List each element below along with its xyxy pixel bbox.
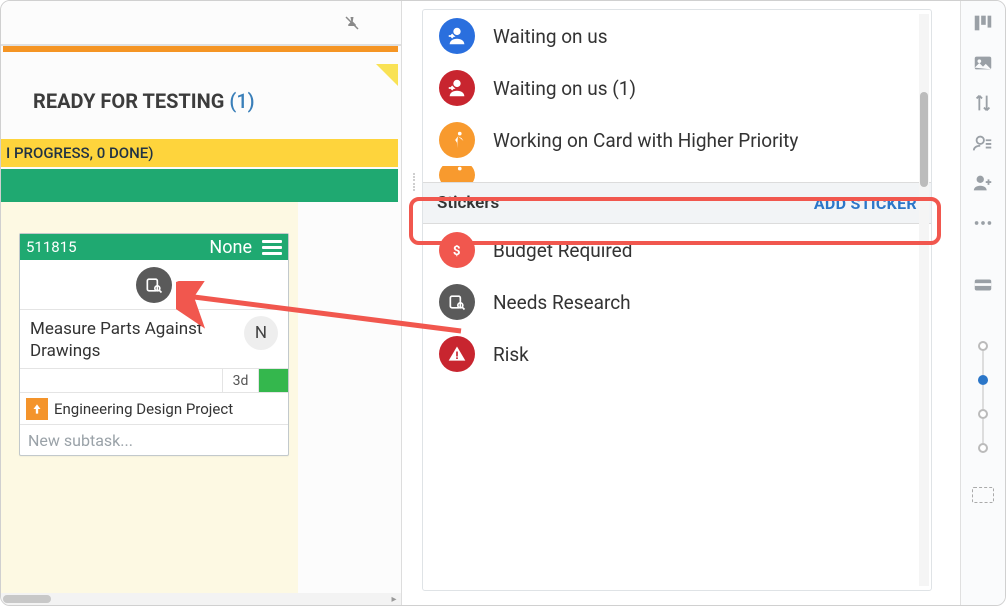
research-icon	[439, 284, 475, 320]
details-pane: Waiting on us Waiting on us (1) Working …	[402, 1, 960, 605]
status-label: Waiting on us	[493, 25, 608, 48]
status-label: Waiting on us (1)	[493, 77, 636, 100]
swimlane-divider	[1, 169, 398, 202]
card-title: Measure Parts Against Drawings	[30, 318, 220, 362]
status-option-waiting-on-us-1[interactable]: Waiting on us (1)	[423, 62, 931, 114]
timeline-current	[978, 375, 988, 385]
sticker-option-research[interactable]: Needs Research	[423, 276, 931, 328]
linked-project: Engineering Design Project	[54, 400, 233, 418]
card-header: 511815 None	[20, 234, 288, 260]
more-icon[interactable]	[969, 209, 997, 237]
horizontal-scrollbar[interactable]: ▸	[1, 593, 401, 605]
card-menu-icon[interactable]	[262, 240, 282, 255]
column-title: READY FOR TESTING (1)	[33, 89, 255, 113]
contact-icon[interactable]	[969, 129, 997, 157]
research-sticker-icon[interactable]	[136, 267, 172, 303]
add-user-icon[interactable]	[969, 169, 997, 197]
person-back-icon	[439, 18, 475, 54]
image-icon[interactable]	[969, 49, 997, 77]
card-status-chip	[258, 369, 288, 392]
card-link-row[interactable]: Engineering Design Project	[20, 393, 288, 425]
sticker-option-risk[interactable]: Risk	[423, 328, 931, 380]
card[interactable]: 511815 None Measure Parts Against Drawin…	[19, 233, 289, 456]
alert-icon	[439, 336, 475, 372]
card-meta-row: 3d	[20, 369, 288, 393]
card-body: Measure Parts Against Drawings N	[20, 310, 288, 369]
card-assignment[interactable]: None	[209, 237, 252, 258]
options-panel: Waiting on us Waiting on us (1) Working …	[422, 9, 932, 591]
column-topbar	[1, 1, 401, 46]
card-sticker-strip	[20, 260, 288, 310]
sort-icon[interactable]	[969, 89, 997, 117]
runner-icon	[439, 166, 475, 182]
new-subtask-input[interactable]: New subtask...	[20, 425, 288, 455]
selection-icon[interactable]	[972, 487, 994, 503]
column-count: (1)	[229, 89, 254, 113]
timeline-nav[interactable]	[978, 341, 988, 453]
status-option-higher-priority[interactable]: Working on Card with Higher Priority	[423, 114, 931, 166]
scroll-right-icon[interactable]: ▸	[389, 593, 399, 605]
person-back-icon	[439, 70, 475, 106]
scrollbar-thumb[interactable]	[3, 595, 51, 603]
sticker-label: Risk	[493, 343, 529, 366]
status-option-partial[interactable]	[423, 166, 931, 182]
corner-fold-icon	[376, 64, 398, 86]
scrollbar-thumb[interactable]	[920, 92, 928, 187]
right-sidebar	[960, 1, 1005, 605]
kanban-column: READY FOR TESTING (1) I PROGRESS, 0 DONE…	[1, 1, 402, 605]
card-icon[interactable]	[969, 271, 997, 299]
stickers-section-header: Stickers ADD STICKER	[423, 182, 931, 224]
add-sticker-button[interactable]: ADD STICKER	[814, 194, 917, 213]
pin-icon[interactable]	[343, 14, 361, 32]
svg-text:$: $	[453, 244, 461, 259]
card-due: 3d	[222, 369, 258, 392]
column-accent	[3, 46, 398, 52]
card-id: 511815	[26, 238, 77, 256]
stickers-title: Stickers	[437, 193, 499, 213]
sticker-label: Needs Research	[493, 291, 631, 314]
pane-resize-handle[interactable]	[413, 173, 418, 191]
dollar-icon: $	[439, 232, 475, 268]
progress-summary: I PROGRESS, 0 DONE)	[1, 139, 398, 167]
columns-icon[interactable]	[969, 9, 997, 37]
link-up-icon	[26, 398, 48, 420]
sticker-option-budget[interactable]: $ Budget Required	[423, 224, 931, 276]
status-option-waiting-on-us[interactable]: Waiting on us	[423, 10, 931, 62]
runner-icon	[439, 122, 475, 158]
sticker-label: Budget Required	[493, 239, 632, 262]
vertical-scrollbar[interactable]	[919, 14, 929, 586]
status-label: Working on Card with Higher Priority	[493, 129, 798, 152]
avatar[interactable]: N	[244, 316, 278, 350]
